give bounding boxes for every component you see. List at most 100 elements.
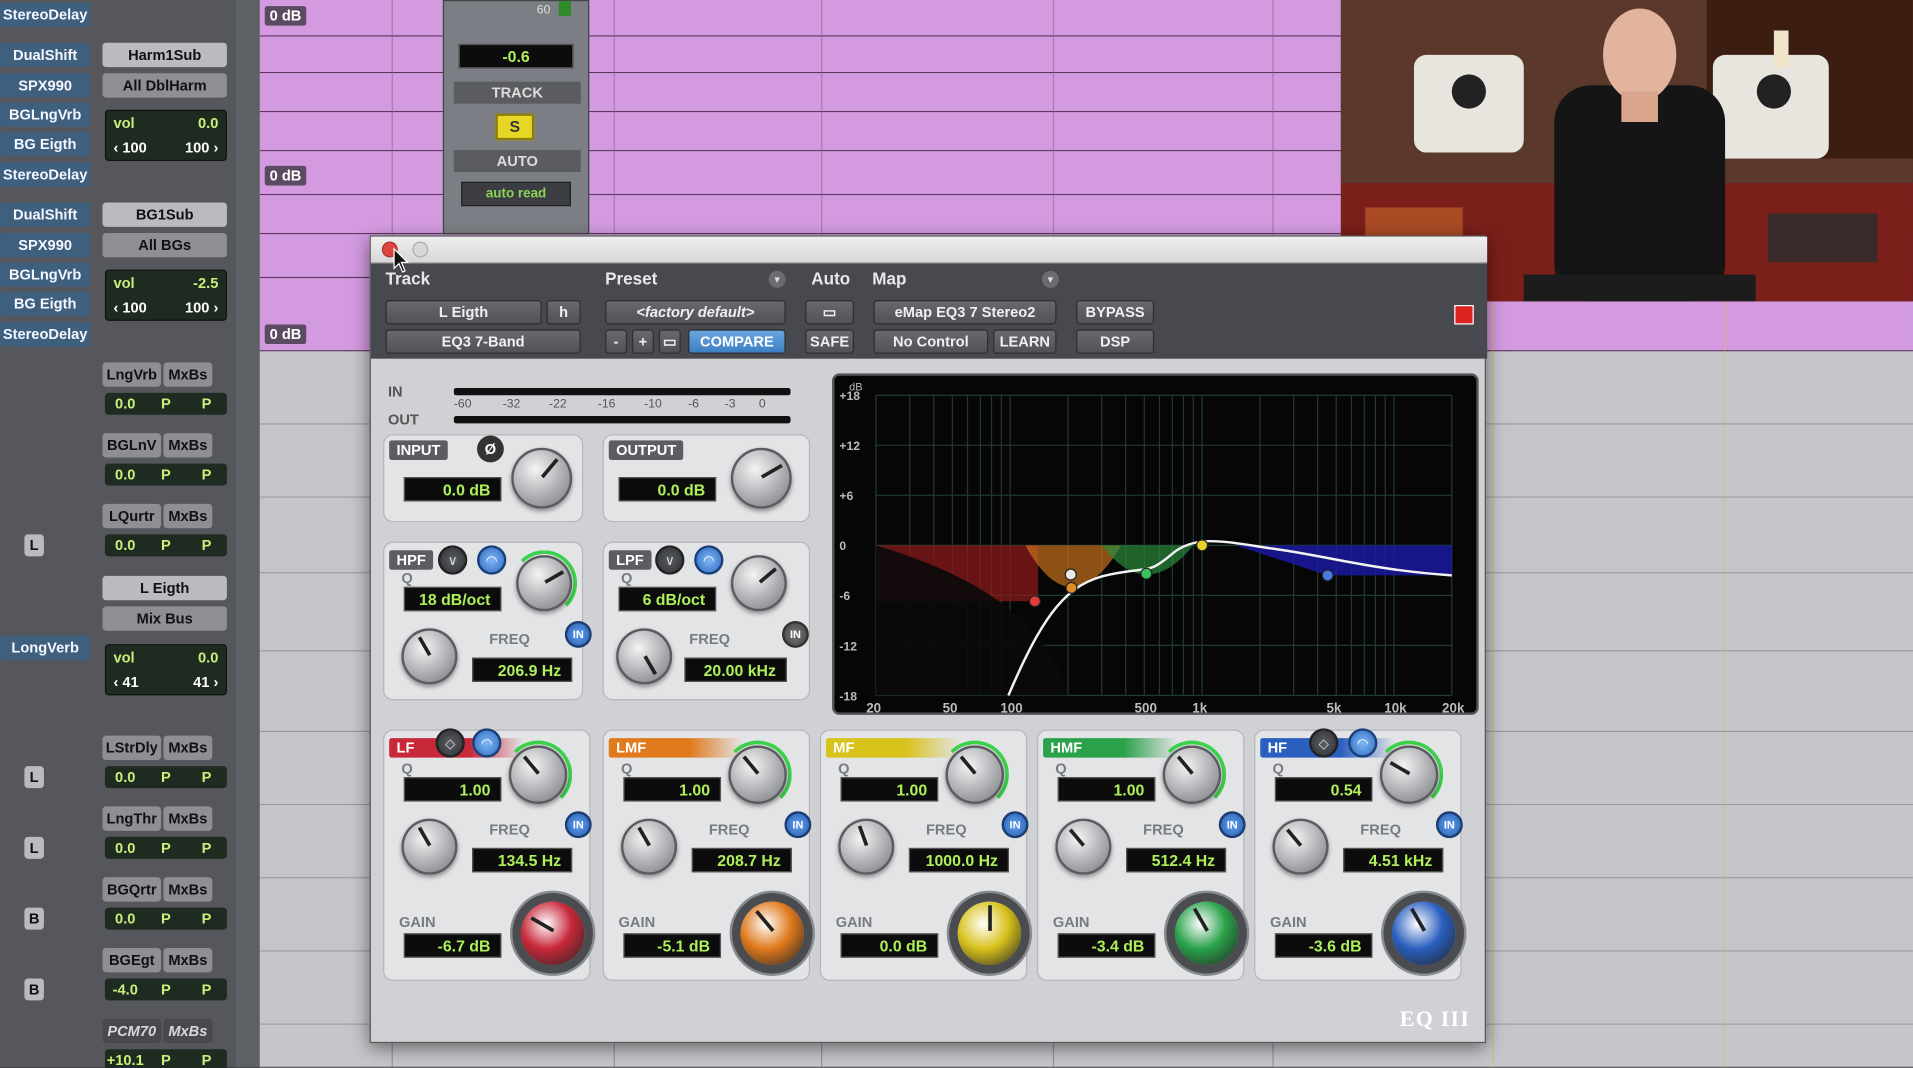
band-q-knob[interactable] — [1379, 745, 1439, 804]
compare-button[interactable]: COMPARE — [688, 329, 786, 354]
bus-send-dest[interactable]: MxBs — [163, 1018, 213, 1044]
preset-next-button[interactable]: + — [631, 329, 654, 354]
send-dualshift[interactable]: DualShift — [0, 202, 91, 227]
lpf-slope-icon[interactable]: ◠ — [694, 545, 724, 575]
preset-prev-button[interactable]: - — [605, 329, 628, 354]
band-gain-display[interactable]: -5.1 dB — [623, 933, 722, 958]
lpf-slope-display[interactable]: 6 dB/oct — [618, 586, 717, 612]
band-gain-knob[interactable] — [1174, 901, 1239, 966]
send-stereodelay[interactable]: StereoDelay — [0, 322, 91, 347]
bus-send-dest[interactable]: MxBs — [163, 433, 213, 458]
output-gain-knob[interactable] — [730, 447, 792, 509]
hpf-freq-display[interactable]: 206.9 Hz — [472, 657, 573, 682]
band-gain-display[interactable]: 0.0 dB — [840, 933, 939, 958]
track-select[interactable]: L Eigth — [385, 300, 542, 325]
bus-send-name[interactable]: BGQrtr — [102, 877, 162, 902]
band-freq-knob[interactable] — [1055, 818, 1112, 875]
bus-send-level[interactable]: 0.0 P P — [104, 907, 227, 930]
band-in-button[interactable]: IN — [784, 811, 812, 839]
bus-send-name[interactable]: LngVrb — [102, 362, 162, 387]
band-q-display[interactable]: 1.00 — [840, 777, 939, 802]
bus-send-name[interactable]: BGEgt — [102, 947, 162, 973]
input-gain-knob[interactable] — [511, 447, 573, 509]
automation-mode-select[interactable]: auto read — [461, 181, 571, 207]
send-bg-eigth[interactable]: BG Eigth — [0, 131, 91, 157]
band-freq-display[interactable]: 512.4 Hz — [1126, 847, 1227, 873]
output-mix-bus[interactable]: Mix Bus — [102, 606, 227, 631]
bus-send-dest[interactable]: MxBs — [163, 877, 213, 902]
track-h-select[interactable]: h — [546, 300, 581, 325]
band-q-display[interactable]: 1.00 — [1057, 777, 1156, 802]
group-all-bgs[interactable]: All BGs — [102, 233, 227, 258]
band-freq-display[interactable]: 1000.0 Hz — [908, 847, 1009, 873]
bus-send-level[interactable]: 0.0 P P — [104, 836, 227, 859]
lpf-freq-display[interactable]: 20.00 kHz — [684, 657, 787, 682]
band-q-display[interactable]: 1.00 — [623, 777, 722, 802]
band-q-knob[interactable] — [1162, 745, 1222, 804]
bus-send-name[interactable]: LQurtr — [102, 503, 162, 529]
bus-send-dest[interactable]: MxBs — [163, 947, 213, 973]
band-in-button[interactable]: IN — [1218, 811, 1246, 839]
send-stereodelay[interactable]: StereoDelay — [0, 162, 91, 187]
bus-send-level[interactable]: 0.0 P P — [104, 392, 227, 415]
send-dualshift[interactable]: DualShift — [0, 42, 91, 68]
band-freq-knob[interactable] — [1272, 818, 1329, 875]
link-letter[interactable]: L — [24, 766, 44, 789]
lpf-freq-knob[interactable] — [616, 628, 673, 685]
lpf-shape-icon[interactable]: ∨ — [655, 545, 685, 575]
bus-send-level[interactable]: -4.0 P P — [104, 978, 227, 1001]
hpf-in-button[interactable]: IN — [564, 620, 592, 648]
input-gain-display[interactable]: 0.0 dB — [403, 477, 502, 502]
output-gain-display[interactable]: 0.0 dB — [618, 477, 717, 502]
band-freq-display[interactable]: 4.51 kHz — [1343, 847, 1444, 873]
band-q-knob[interactable] — [728, 745, 787, 804]
band-q-knob[interactable] — [508, 745, 568, 804]
link-letter[interactable]: B — [24, 907, 44, 930]
link-letter[interactable]: L — [24, 534, 44, 557]
send-bg-eigth[interactable]: BG Eigth — [0, 291, 91, 316]
bus-send-dest[interactable]: MxBs — [163, 503, 213, 529]
minimize-button[interactable] — [412, 241, 429, 258]
automation-icon[interactable]: ▭ — [805, 300, 854, 325]
send-spx990[interactable]: SPX990 — [0, 233, 91, 258]
send-bglngvrb[interactable]: BGLngVrb — [0, 262, 91, 287]
send-stereodelay[interactable]: StereoDelay — [0, 2, 91, 27]
safe-button[interactable]: SAFE — [805, 329, 854, 354]
volume-box[interactable]: vol -2.5 ‹ 100 100 › — [104, 269, 227, 321]
eq-curve-graph[interactable]: +18 +12 +6 0 -6 -12 -18 dB 20 50 100 500 1k 5k 10k 20k — [832, 373, 1479, 715]
bus-send-name[interactable]: LStrDly — [102, 735, 162, 761]
send-spx990[interactable]: SPX990 — [0, 73, 91, 98]
band-freq-knob[interactable] — [620, 818, 678, 875]
map-menu-icon[interactable]: ▾ — [1041, 270, 1059, 288]
hpf-slope-knob[interactable] — [516, 555, 573, 612]
learn-button[interactable]: LEARN — [993, 329, 1057, 354]
preset-menu-icon[interactable]: ▾ — [768, 270, 786, 288]
insert-bg1sub[interactable]: BG1Sub — [102, 202, 227, 227]
lpf-in-button[interactable]: IN — [782, 620, 809, 648]
insert-select[interactable]: EQ3 7-Band — [385, 329, 581, 354]
eq-curve-svg[interactable]: +18+12+60-6-12-18dB20 50 100 500 1k 5k 10k 20k — [834, 375, 1478, 715]
band-gain-knob[interactable] — [1392, 901, 1456, 966]
band-gain-display[interactable]: -3.4 dB — [1057, 933, 1156, 958]
window-titlebar[interactable] — [370, 236, 1488, 264]
bus-send-name[interactable]: PCM70 — [102, 1018, 162, 1044]
band-freq-knob[interactable] — [838, 818, 895, 875]
bypass-button[interactable]: BYPASS — [1076, 300, 1155, 325]
bus-send-name[interactable]: BGLnV — [102, 433, 162, 458]
link-letter[interactable]: L — [24, 836, 44, 859]
band-gain-display[interactable]: -6.7 dB — [403, 933, 502, 958]
emap-select[interactable]: eMap EQ3 7 Stereo2 — [873, 300, 1057, 325]
insert-l-eigth[interactable]: L Eigth — [102, 575, 227, 601]
band-freq-display[interactable]: 134.5 Hz — [472, 847, 573, 873]
band-gain-knob[interactable] — [740, 901, 804, 966]
bus-send-level[interactable]: 0.0 P P — [104, 766, 227, 789]
bus-send-dest[interactable]: MxBs — [163, 735, 213, 761]
band-q-display[interactable]: 1.00 — [403, 777, 502, 802]
band-gain-knob[interactable] — [520, 901, 585, 966]
volume-box[interactable]: vol 0.0 ‹ 41 41 › — [104, 644, 227, 696]
band-shelf-icon[interactable]: ◠ — [1348, 728, 1378, 758]
band-shape-icon[interactable]: ◇ — [1309, 728, 1339, 758]
band-freq-display[interactable]: 208.7 Hz — [691, 847, 792, 873]
link-letter[interactable]: B — [24, 978, 44, 1001]
band-in-button[interactable]: IN — [1001, 811, 1029, 839]
